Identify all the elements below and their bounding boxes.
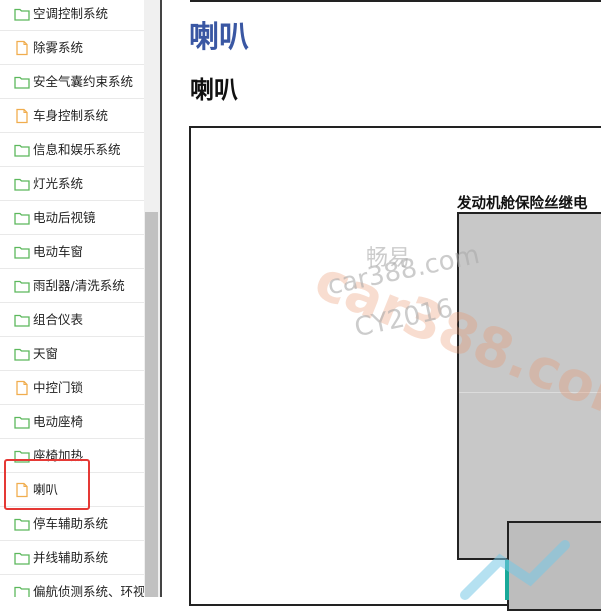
sidebar-item-label: 空调控制系统 [33, 5, 109, 21]
sidebar-item[interactable]: 安全气囊约束系统 [0, 65, 144, 99]
sidebar-item[interactable]: 中控门锁 [0, 371, 144, 405]
sidebar-item-label: 组合仪表 [33, 311, 84, 327]
wire-line [505, 560, 509, 600]
sidebar-item[interactable]: 雨刮器/清洗系统 [0, 269, 144, 303]
sidebar-item[interactable]: 电动后视镜 [0, 201, 144, 235]
sidebar-item-label: 除雾系统 [33, 39, 84, 55]
sidebar-item-label: 灯光系统 [33, 175, 84, 191]
folder-icon [14, 210, 30, 226]
folder-icon [14, 142, 30, 158]
sidebar-item[interactable]: 车身控制系统 [0, 99, 144, 133]
section-title: 喇叭 [190, 76, 238, 104]
sidebar-item-label: 电动车窗 [33, 243, 84, 259]
sidebar-item-label: 偏航侦测系统、环视 [33, 583, 144, 598]
folder-icon [14, 448, 30, 464]
folder-icon [14, 176, 30, 192]
sidebar-item-label: 安全气囊约束系统 [33, 73, 134, 89]
folder-icon [14, 74, 30, 90]
sidebar-item-label: 电动后视镜 [33, 209, 96, 225]
sidebar-item[interactable]: 灯光系统 [0, 167, 144, 201]
document-icon [14, 40, 30, 56]
content-top-border [190, 0, 601, 2]
sidebar-item-label: 电动座椅 [33, 413, 84, 429]
folder-icon [14, 584, 30, 597]
pane-divider[interactable] [160, 0, 162, 597]
sidebar-item[interactable]: 电动车窗 [0, 235, 144, 269]
sidebar-item[interactable]: 偏航侦测系统、环视 [0, 575, 144, 597]
sidebar-item-label: 停车辅助系统 [33, 515, 109, 531]
document-icon [14, 108, 30, 124]
sidebar-item[interactable]: 座椅加热 [0, 439, 144, 473]
relay-block [507, 521, 601, 611]
document-icon [14, 482, 30, 498]
sidebar-item-label: 天窗 [33, 345, 59, 361]
sidebar-item-label: 车身控制系统 [33, 107, 109, 123]
folder-icon [14, 278, 30, 294]
folder-icon [14, 346, 30, 362]
document-icon [14, 380, 30, 396]
sidebar-item[interactable]: 停车辅助系统 [0, 507, 144, 541]
sidebar-item-label: 雨刮器/清洗系统 [33, 277, 125, 293]
sidebar-item[interactable]: 组合仪表 [0, 303, 144, 337]
sidebar-item[interactable]: 天窗 [0, 337, 144, 371]
sidebar-item-label: 并线辅助系统 [33, 549, 109, 565]
sidebar-item[interactable]: 喇叭 [0, 473, 144, 507]
folder-icon [14, 312, 30, 328]
sidebar-item[interactable]: 信息和娱乐系统 [0, 133, 144, 167]
sidebar-item[interactable]: 电动座椅 [0, 405, 144, 439]
sidebar-item-label: 座椅加热 [33, 447, 84, 463]
sidebar-item[interactable]: 空调控制系统 [0, 0, 144, 31]
sidebar-item-label: 信息和娱乐系统 [33, 141, 121, 157]
sidebar-item[interactable]: 除雾系统 [0, 31, 144, 65]
folder-icon [14, 244, 30, 260]
folder-icon [14, 6, 30, 22]
sidebar-scrollbar-thumb[interactable] [145, 212, 158, 597]
sidebar-item[interactable]: 并线辅助系统 [0, 541, 144, 575]
sidebar-item-label: 中控门锁 [33, 379, 84, 395]
sidebar-tree: 空调控制系统 除雾系统安全气囊约束系统 车身控制系统 信息和娱乐系统 灯光系统电动后视镜… [0, 0, 144, 597]
fuse-box-divider [459, 392, 601, 393]
fuse-box-label: 发动机舱保险丝继电 [457, 196, 588, 212]
sidebar-item-label: 喇叭 [33, 481, 59, 497]
fuse-box-block [457, 212, 601, 560]
page-title: 喇叭 [189, 20, 249, 55]
folder-icon [14, 414, 30, 430]
folder-icon [14, 550, 30, 566]
folder-icon [14, 516, 30, 532]
